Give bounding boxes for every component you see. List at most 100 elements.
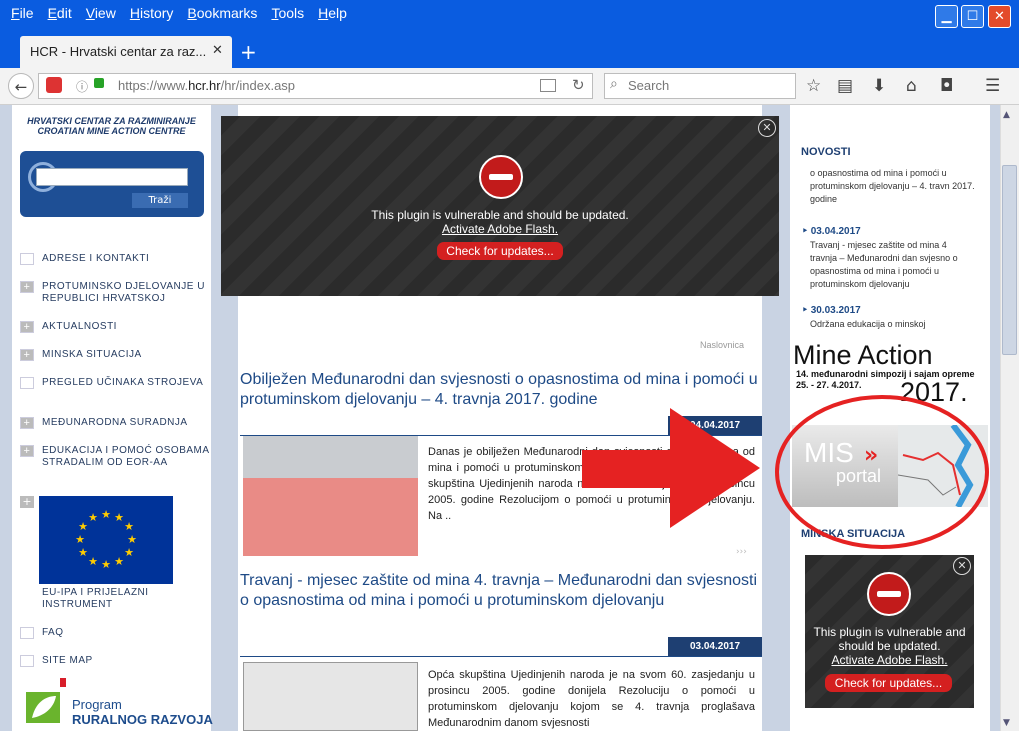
maximize-button[interactable]: ☐ — [961, 5, 984, 28]
nav-label: EDUKACIJA I POMOĆ OSOBAMA STRADALIM OD E… — [42, 445, 209, 468]
tab-close-icon[interactable]: ✕ — [212, 43, 223, 58]
downloads-icon[interactable]: ⬇ — [872, 76, 886, 96]
news-date-value: 30.03.2017 — [810, 305, 861, 316]
back-button[interactable]: ← — [8, 73, 34, 99]
article-date-bar: 03.04.2017 — [240, 637, 762, 657]
plugin-warning-text: This plugin is vulnerable and should be … — [805, 625, 974, 653]
red-highlight-ellipse — [775, 395, 989, 549]
activate-flash-link[interactable]: Activate Adobe Flash. — [805, 653, 974, 667]
pocket-icon[interactable]: ◘ — [940, 76, 953, 96]
plugin-warning-line-2: should be updated. — [838, 639, 941, 653]
rural-line-1: Program — [72, 697, 122, 712]
bookmark-star-icon[interactable]: ☆ — [806, 76, 821, 96]
hamburger-menu-icon[interactable]: ☰ — [985, 76, 1000, 96]
rural-development-logo-icon[interactable] — [26, 678, 66, 723]
tab-hcr[interactable]: HCR - Hrvatski centar za raz... — [20, 36, 232, 68]
search-submit-button[interactable]: Traži — [132, 193, 188, 208]
svg-text:★: ★ — [124, 520, 134, 533]
article-image[interactable] — [243, 662, 418, 731]
news-item-text[interactable]: o opasnostima od mina i pomoći u protumi… — [810, 167, 975, 219]
close-plugin-icon[interactable]: ✕ — [953, 557, 971, 575]
scroll-up-arrow-icon[interactable]: ▲ — [1003, 110, 1010, 120]
eu-flag-image[interactable]: ★ ★ ★ ★ ★ ★ ★ ★ ★ ★ ★ ★ — [39, 496, 173, 584]
svg-text:★: ★ — [114, 511, 124, 524]
leaf-icon — [26, 678, 66, 723]
article-date: 03.04.2017 — [668, 637, 762, 656]
svg-text:★: ★ — [127, 533, 137, 546]
rural-development-text[interactable]: Program RURALNOG RAZVOJA — [72, 697, 213, 727]
nav-label: FAQ — [42, 627, 64, 638]
expand-plus-icon[interactable]: + — [20, 349, 34, 361]
blocked-plugin-icon — [479, 155, 523, 199]
svg-text:★: ★ — [75, 533, 85, 546]
menu-file[interactable]: File — [4, 5, 41, 27]
expand-plus-icon[interactable]: + — [20, 281, 34, 293]
menu-tools[interactable]: Tools — [264, 5, 311, 27]
info-icon[interactable]: ⓘ — [76, 78, 88, 95]
breadcrumb[interactable]: Naslovnica — [700, 340, 744, 350]
minimize-button[interactable]: ▁ — [935, 5, 958, 28]
news-heading: NOVOSTI — [801, 146, 851, 158]
menu-history[interactable]: History — [123, 5, 181, 27]
eu-stars-icon: ★ ★★ ★★★ ★★★ ★★★ — [75, 508, 137, 571]
expand-plus-icon[interactable]: + — [20, 321, 34, 333]
nav-label: MEĐUNARODNA SURADNJA — [42, 417, 188, 428]
nav-label: MINSKA SITUACIJA — [42, 349, 142, 360]
site-search-input[interactable] — [36, 168, 188, 186]
expand-plus-icon[interactable]: + — [20, 445, 34, 457]
scroll-down-arrow-icon[interactable]: ▼ — [1003, 718, 1010, 728]
search-icon: ⌕ — [610, 76, 618, 92]
menu-edit[interactable]: Edit — [41, 5, 79, 27]
menu-bookmarks[interactable]: Bookmarks — [180, 5, 264, 27]
hcr-logo-text: HRVATSKI CENTAR ZA RAZMINIRANJE CROATIAN… — [12, 116, 211, 136]
nav-label: EU-IPA I PRIJELAZNI INSTRUMENT — [42, 587, 149, 610]
new-tab-button[interactable]: + — [240, 40, 257, 64]
url-path: /hr/index.asp — [220, 78, 296, 93]
url-domain: hcr.hr — [188, 78, 221, 93]
annotation-overlay — [582, 395, 989, 549]
activate-flash-link[interactable]: Activate Adobe Flash. — [380, 222, 620, 236]
url-prefix: https://www. — [118, 78, 189, 93]
home-icon[interactable]: ⌂ — [906, 76, 917, 96]
menu-help[interactable]: Help — [311, 5, 354, 27]
check-updates-button[interactable]: Check for updates... — [825, 674, 952, 692]
nav-bullet — [20, 253, 34, 265]
blocked-plugin-icon — [867, 572, 911, 616]
menu-view[interactable]: View — [79, 5, 123, 27]
bookmarks-library-icon[interactable]: ▤ — [837, 76, 853, 96]
menu-bar: File Edit View History Bookmarks Tools H… — [4, 5, 354, 27]
news-date[interactable]: ‣ 03.04.2017 — [802, 226, 861, 237]
nav-label: PREGLED UČINAKA STROJEVA — [42, 377, 204, 388]
close-plugin-icon[interactable]: ✕ — [758, 119, 776, 137]
article-image[interactable] — [243, 436, 418, 556]
lock-icon[interactable] — [94, 78, 104, 88]
svg-text:★: ★ — [78, 546, 88, 559]
check-updates-button[interactable]: Check for updates... — [437, 242, 563, 260]
rural-line-2: RURALNOG RAZVOJA — [72, 712, 213, 727]
red-arrow-icon — [582, 408, 760, 528]
article-title[interactable]: Travanj - mjesec zaštite od mina 4. trav… — [240, 571, 760, 611]
news-date[interactable]: ‣ 30.03.2017 — [802, 305, 861, 316]
reader-view-icon[interactable] — [540, 79, 556, 92]
svg-text:★: ★ — [124, 546, 134, 559]
close-window-button[interactable]: ✕ — [988, 5, 1011, 28]
plugin-warning-text: This plugin is vulnerable and should be … — [371, 208, 629, 222]
plugin-warning-line-1: This plugin is vulnerable and — [813, 625, 966, 639]
addon-icon[interactable] — [46, 77, 62, 93]
flash-plugin-placeholder[interactable] — [221, 116, 779, 296]
scroll-thumb[interactable] — [1002, 165, 1017, 355]
hcr-name-en: CROATIAN MINE ACTION CENTRE — [37, 126, 186, 136]
reload-icon[interactable]: ↻ — [572, 76, 585, 94]
expand-plus-icon[interactable]: + — [20, 496, 34, 508]
tab-title: HCR - Hrvatski centar za raz... — [30, 44, 207, 59]
svg-text:★: ★ — [101, 508, 111, 521]
svg-text:★: ★ — [78, 520, 88, 533]
news-item-text[interactable]: Održana edukacija o minskoj — [810, 318, 975, 329]
nav-bullet — [20, 377, 34, 389]
nav-label: SITE MAP — [42, 655, 93, 666]
url-text[interactable]: https://www.hcr.hr/hr/index.asp — [118, 78, 295, 93]
news-date-value: 03.04.2017 — [810, 226, 861, 237]
nav-label: AKTUALNOSTI — [42, 321, 117, 332]
expand-plus-icon[interactable]: + — [20, 417, 34, 429]
news-item-text[interactable]: Travanj - mjesec zaštite od mina 4 travn… — [810, 239, 975, 291]
